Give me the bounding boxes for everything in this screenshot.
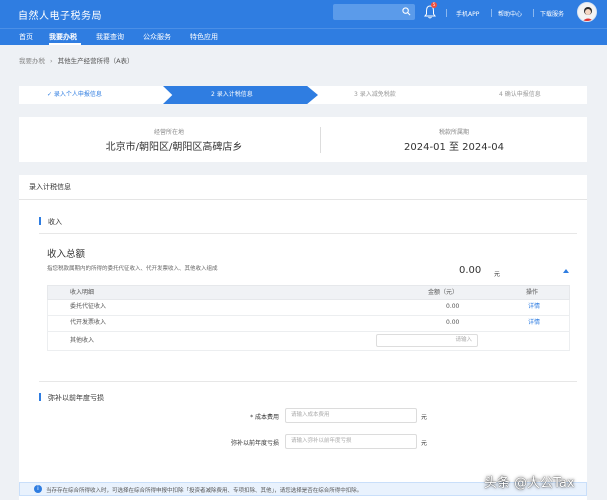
help-center-link[interactable]: 帮助中心: [498, 9, 522, 18]
section-marker: [39, 393, 41, 401]
breadcrumb-root[interactable]: 我要办税: [19, 57, 45, 65]
address-label: 经营所在地: [153, 129, 184, 136]
table-header: 收入明细 金额（元） 操作: [47, 285, 570, 300]
row-detail-link[interactable]: 详情: [528, 316, 540, 330]
table-row: 其他收入 请输入: [47, 332, 570, 351]
nav-query[interactable]: 我要查询: [96, 32, 124, 42]
income-total-label: 收入总额: [47, 249, 86, 260]
progress-steps: ✓ 录入个人申报信息 2 录入计税信息 3 录入减免税款 4 确认申报信息: [19, 86, 587, 104]
breadcrumb-current: 其他生产经营所得（A表）: [57, 57, 134, 65]
breadcrumb-chevron-icon: ›: [50, 57, 53, 65]
column-header-action: 操作: [526, 289, 539, 296]
nav-file-tax[interactable]: 我要办税: [49, 32, 77, 42]
prior-loss-unit: 元: [421, 440, 428, 447]
column-header-amount: 金额（元）: [428, 289, 459, 296]
section-marker: [39, 217, 41, 225]
site-logo[interactable]: 自然人电子税务局: [18, 7, 102, 22]
breadcrumb: 我要办税 › 其他生产经营所得（A表）: [19, 55, 134, 65]
income-unit: 元: [494, 271, 501, 278]
row-detail-link[interactable]: 详情: [528, 300, 540, 314]
cost-label: * 成本费用: [250, 414, 279, 421]
nav-features[interactable]: 特色应用: [190, 32, 218, 42]
filing-info-card: 经营所在地 北京市/朝阳区/朝阳区高碑店乡 税款所属期 2024-01 至 20…: [19, 117, 587, 162]
prior-loss-input[interactable]: 请输入弥补以前年度亏损: [285, 434, 417, 449]
row-name: 代开发票收入: [70, 319, 107, 326]
avatar[interactable]: [577, 2, 597, 22]
divider: [446, 9, 447, 17]
row-name: 其他收入: [70, 337, 95, 344]
step-4: 4 确认申报信息: [499, 91, 541, 98]
notification-badge: 5: [431, 2, 437, 8]
column-header-detail: 收入明细: [70, 289, 95, 296]
divider: [491, 9, 492, 17]
other-income-input[interactable]: 请输入: [376, 334, 478, 347]
row-name: 委托代征收入: [70, 303, 107, 310]
divider: [39, 233, 577, 234]
period-label: 税款所属期: [438, 129, 469, 136]
cost-unit: 元: [421, 414, 428, 421]
nav-public-service[interactable]: 公众服务: [143, 32, 171, 42]
panel-title: 录入计税信息: [29, 183, 71, 191]
top-header: 自然人电子税务局 5 手机APP 帮助中心 下载服务: [0, 0, 607, 28]
divider: [533, 9, 534, 17]
prior-loss-label: 弥补以前年度亏损: [230, 440, 279, 447]
mobile-app-link[interactable]: 手机APP: [456, 9, 479, 18]
info-icon: i: [34, 485, 42, 493]
search-input[interactable]: [333, 4, 415, 20]
step-3: 3 录入减免税款: [354, 91, 396, 98]
nav-active-underline: [49, 43, 81, 45]
nav-home[interactable]: 首页: [19, 32, 33, 42]
period-value: 2024-01 至 2024-04: [404, 142, 504, 153]
watermark: 头条 @大公Tax: [484, 476, 575, 491]
divider: [19, 199, 587, 200]
income-total-amount: 0.00: [459, 265, 482, 276]
income-description: 指您税款属期内的所得的委托代征收入、代开发票收入、其他收入组成: [47, 266, 218, 272]
divider: [320, 127, 321, 153]
tax-info-panel: 录入计税信息 收入 收入总额 指您税款属期内的所得的委托代征收入、代开发票收入、…: [19, 175, 587, 500]
row-amount: 0.00: [446, 319, 460, 326]
table-row: 代开发票收入 0.00 详情: [47, 316, 570, 332]
income-section-title: 收入: [48, 218, 62, 226]
search-icon[interactable]: [402, 7, 411, 16]
main-nav: 首页 我要办税 我要查询 公众服务 特色应用: [0, 28, 607, 45]
address-value: 北京市/朝阳区/朝阳区高碑店乡: [105, 142, 243, 153]
step-2[interactable]: 2 录入计税信息: [211, 86, 253, 104]
divider: [39, 381, 577, 382]
step-1[interactable]: ✓ 录入个人申报信息: [47, 86, 102, 104]
user-avatar-icon: [582, 7, 594, 21]
download-link[interactable]: 下载服务: [540, 9, 564, 18]
table-row: 委托代征收入 0.00 详情: [47, 300, 570, 316]
cost-input[interactable]: 请输入成本费用: [285, 408, 417, 423]
collapse-caret-icon[interactable]: [563, 269, 569, 273]
loss-section-title: 弥补以前年度亏损: [48, 394, 104, 402]
notice-text: 当存存在综合所得收入时，可选择在综合所得申报中扣除「投资者减除费用、专项扣除、其…: [46, 488, 363, 494]
row-amount: 0.00: [446, 303, 460, 310]
